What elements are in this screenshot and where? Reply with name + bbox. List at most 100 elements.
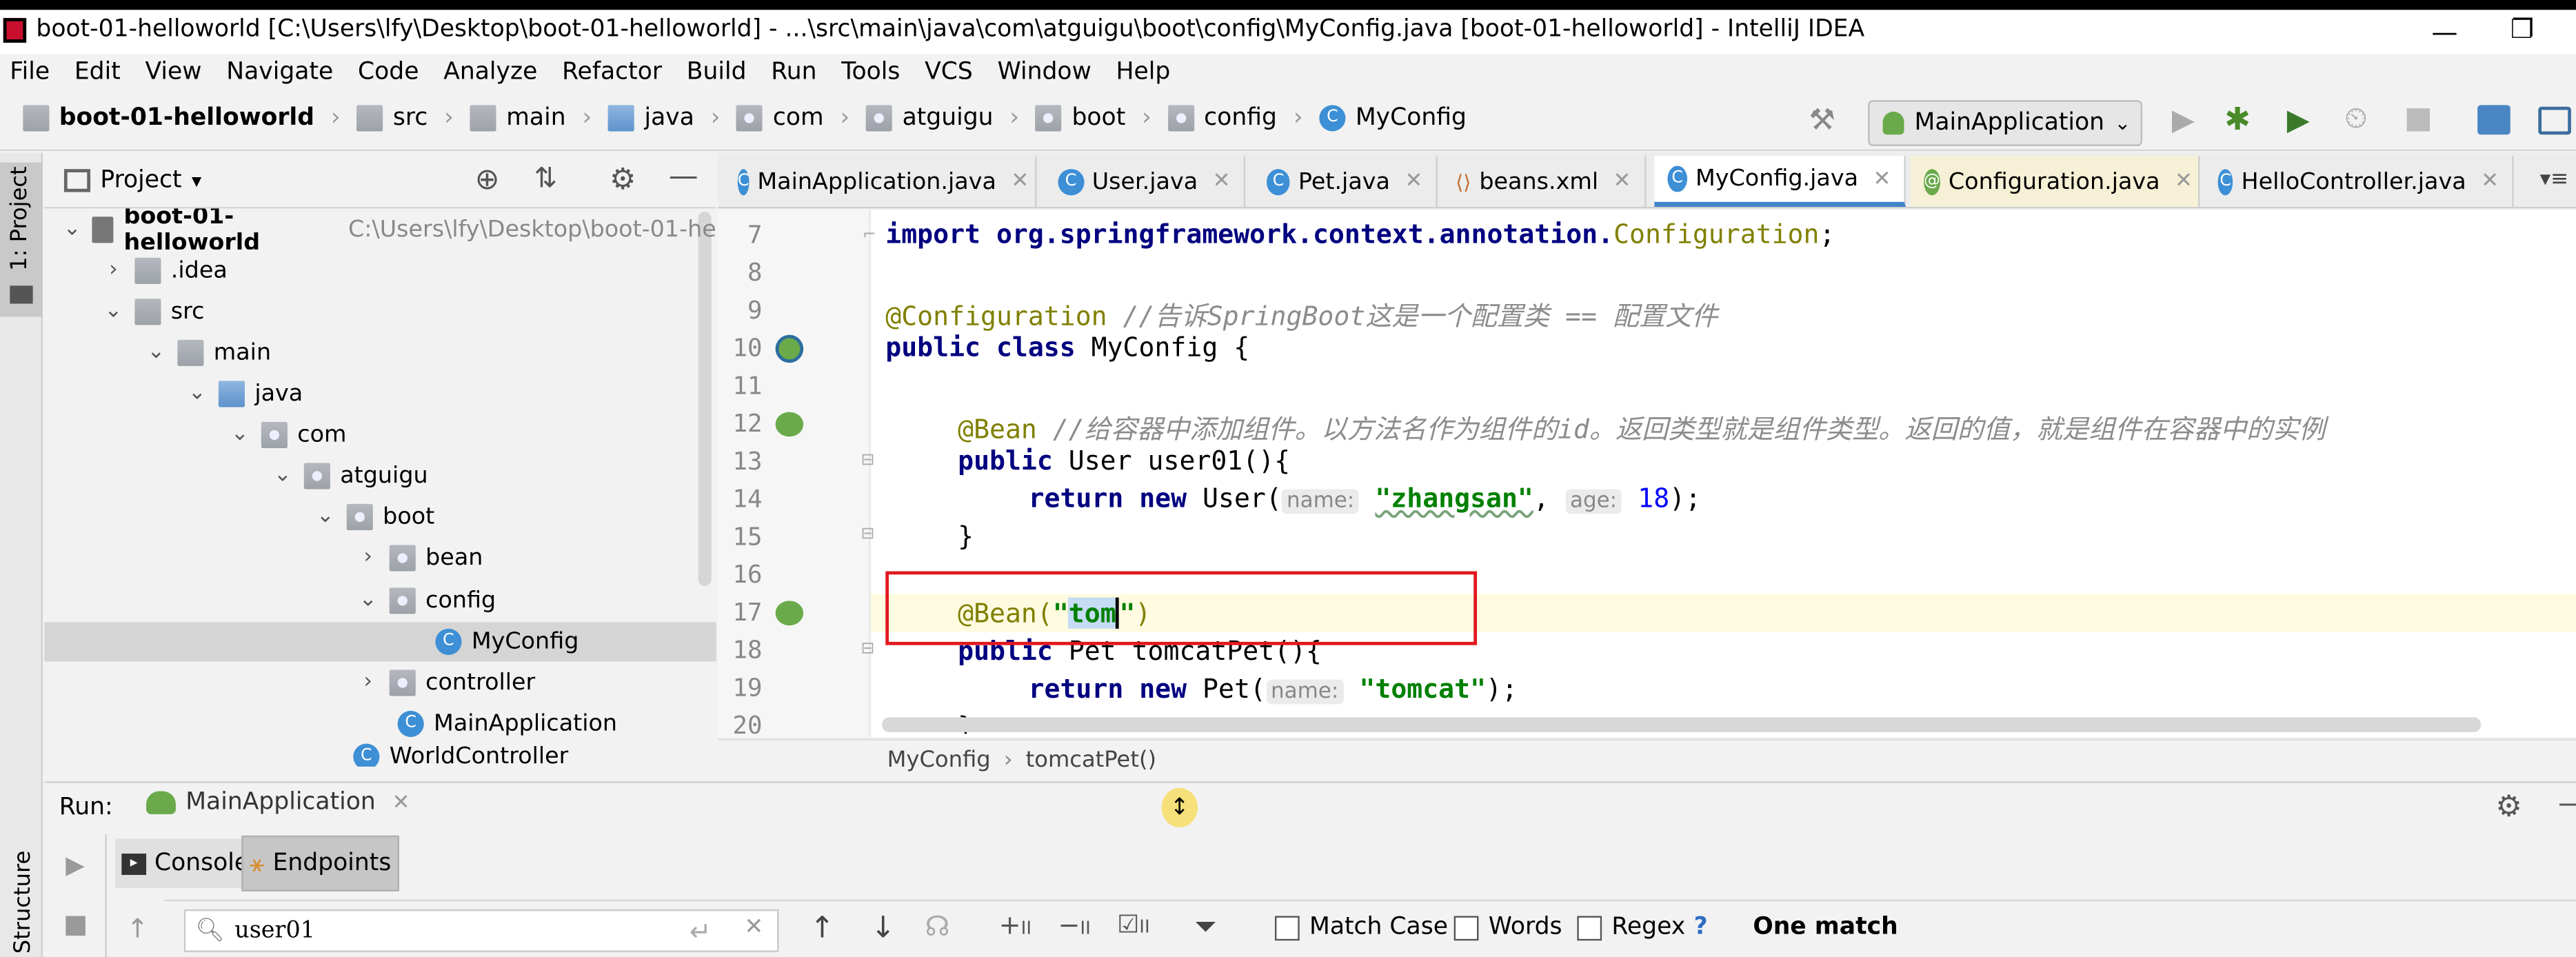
chevron-down-icon[interactable]: ⌄ [228, 422, 251, 447]
up-icon[interactable]: ↑ [126, 913, 148, 944]
debug-icon[interactable]: ✱ [2224, 102, 2251, 138]
menu-item-edit[interactable]: Edit [74, 59, 132, 85]
tree-item-mainapplication[interactable]: C MainApplication [365, 703, 617, 744]
remove-occurrence-icon[interactable]: −II [1058, 909, 1090, 940]
chevron-right-icon[interactable]: › [102, 258, 125, 283]
breadcrumb-item[interactable]: boot [1036, 105, 1125, 132]
minimize-icon[interactable]: — [2431, 17, 2457, 48]
menu-item-help[interactable]: Help [1116, 59, 1182, 85]
tab-hellocontroller-java[interactable]: C HelloController.java ✕ [2204, 156, 2514, 207]
tab-user-java[interactable]: C User.java ✕ [1045, 156, 1246, 207]
menu-item-window[interactable]: Window [998, 59, 1103, 85]
tree-item-atguigu[interactable]: ⌄ atguigu [271, 454, 428, 496]
chevron-down-icon[interactable]: ▾ [192, 168, 201, 191]
tree-item-src[interactable]: ⌄ src [102, 290, 205, 332]
filter-icon[interactable]: ⏷ [1194, 911, 1216, 944]
structure-side-tab[interactable]: Structure [0, 842, 43, 957]
editor-breadcrumb-method[interactable]: tomcatPet() [1026, 746, 1156, 772]
project-panel-title[interactable]: Project [100, 167, 181, 193]
fold-marker-icon[interactable]: ⊟ [861, 641, 875, 658]
tree-item-config[interactable]: ⌄ config [356, 579, 496, 621]
stop-icon[interactable] [66, 916, 85, 936]
tree-item-java[interactable]: ⌄ java [185, 372, 303, 414]
fold-marker-icon[interactable]: ⊟ [861, 452, 875, 470]
gear-icon[interactable]: ⚙ [2495, 789, 2522, 824]
close-icon[interactable]: ✕ [392, 790, 410, 815]
tab-endpoints[interactable]: ⚹ Endpoints [241, 835, 400, 891]
run-tab[interactable]: MainApplication ✕ [146, 789, 410, 816]
breadcrumb-item[interactable]: java [608, 105, 694, 132]
rerun-icon[interactable]: ▶ [66, 850, 85, 880]
project-side-tab[interactable]: 1: Project [0, 162, 43, 317]
close-icon[interactable]: ✕ [1213, 169, 1231, 194]
next-match-icon[interactable]: ↓ [871, 911, 896, 945]
search-input[interactable]: 🔍︎ user01 ↵ [183, 909, 779, 952]
chevron-down-icon[interactable]: ⌄ [145, 340, 168, 365]
tree-item-boot-01-helloworld[interactable]: ⌄ boot-01-helloworld C:\Users\lfy\Desktop\… [63, 208, 716, 250]
prev-match-icon[interactable]: ↑ [810, 911, 835, 945]
menu-item-file[interactable]: File [10, 59, 61, 85]
close-icon[interactable]: ✕ [2175, 169, 2193, 194]
clear-icon[interactable]: ✕ [744, 914, 763, 940]
tab-overflow-icon[interactable]: ▾≡ [2540, 168, 2569, 192]
code-line-12[interactable]: @Bean //给容器中添加组件。以方法名作为组件的id。返回类型就是组件类型。… [958, 407, 2325, 446]
spring-bean-gutter-icon[interactable] [775, 601, 804, 626]
collapse-icon[interactable]: ⇅ [534, 163, 557, 196]
tree-scrollbar[interactable] [698, 212, 712, 586]
tree-item-bean[interactable]: › bean [356, 537, 483, 578]
close-icon[interactable]: ✕ [1011, 169, 1029, 194]
tab-myconfig-java[interactable]: C MyConfig.java ✕ [1654, 156, 1906, 207]
spring-bean-gutter-icon[interactable] [775, 412, 804, 437]
stop-icon[interactable] [2406, 108, 2431, 132]
tree-item-controller[interactable]: › controller [356, 661, 535, 703]
hide-icon[interactable]: — [669, 159, 698, 194]
chevron-right-icon[interactable]: › [356, 669, 379, 694]
chevron-down-icon[interactable]: ⌄ [314, 504, 336, 529]
menu-item-refactor[interactable]: Refactor [562, 59, 674, 85]
run-config-select[interactable]: MainApplication ⌄ [1868, 100, 2143, 146]
code-line-10[interactable]: public class MyConfig { [885, 332, 1249, 363]
tree-item-myconfig[interactable]: C MyConfig [403, 621, 578, 662]
tab-beans-xml[interactable]: ⟨⟩ beans.xml ✕ [1442, 156, 1647, 207]
menu-item-build[interactable]: Build [687, 59, 758, 85]
chevron-down-icon[interactable]: ⌄ [185, 381, 208, 405]
tab-pet-java[interactable]: C Pet.java ✕ [1254, 156, 1438, 207]
close-icon[interactable]: ✕ [1405, 169, 1422, 194]
fold-marker-icon[interactable]: ⌐ [863, 227, 876, 245]
find-all-icon[interactable]: ☊ [925, 911, 949, 944]
breadcrumb-item[interactable]: src [356, 105, 427, 132]
regex-help-link[interactable]: ? [1694, 914, 1708, 940]
locate-icon[interactable]: ⊕ [475, 163, 500, 197]
menu-item-view[interactable]: View [145, 59, 214, 85]
breadcrumb-item[interactable]: atguigu [866, 105, 994, 132]
profile-icon[interactable]: ⏲ [2344, 102, 2367, 137]
coverage-icon[interactable]: ▶ [2287, 103, 2310, 138]
code-line-13[interactable]: public User user01(){ [958, 445, 1290, 476]
breadcrumb-item[interactable]: C MyConfig [1319, 105, 1467, 132]
match-case-checkbox[interactable]: Match Case [1274, 914, 1448, 940]
menu-item-run[interactable]: Run [771, 59, 828, 85]
code-line-19[interactable]: return new Pet(name: "tomcat"); [1029, 673, 1518, 704]
chevron-down-icon[interactable]: ⌄ [271, 463, 294, 487]
breadcrumb-item[interactable]: boot-01-helloworld [23, 105, 314, 132]
breadcrumb-item[interactable]: config [1167, 105, 1277, 132]
menu-item-vcs[interactable]: VCS [925, 59, 984, 85]
hide-icon[interactable]: — [2558, 786, 2576, 820]
select-all-occurrences-icon[interactable]: ☑II [1117, 909, 1150, 939]
menu-item-tools[interactable]: Tools [841, 59, 912, 85]
run-icon[interactable]: ▶ [2172, 103, 2195, 138]
close-icon[interactable]: ✕ [1613, 169, 1631, 194]
chevron-down-icon[interactable]: ⌄ [356, 587, 379, 612]
close-icon[interactable]: ✕ [2481, 169, 2499, 194]
tab-configuration-java[interactable]: @ Configuration.java ✕ [1911, 156, 2200, 207]
breadcrumb-item[interactable]: main [470, 105, 566, 132]
tree-item-idea[interactable]: › .idea [102, 250, 228, 291]
tree-item-com[interactable]: ⌄ com [228, 414, 347, 455]
tab-console[interactable]: ▸ Console [114, 838, 256, 889]
code-line-7[interactable]: import org.springframework.context.annot… [885, 219, 1835, 250]
chevron-down-icon[interactable]: ⌄ [102, 299, 125, 323]
tab-mainapplication-java[interactable]: C MainApplication.java ✕ [724, 156, 1037, 207]
editor-h-scrollbar[interactable] [882, 717, 2481, 732]
breadcrumb-item[interactable]: com [736, 105, 824, 132]
add-occurrence-icon[interactable]: +II [999, 909, 1032, 940]
